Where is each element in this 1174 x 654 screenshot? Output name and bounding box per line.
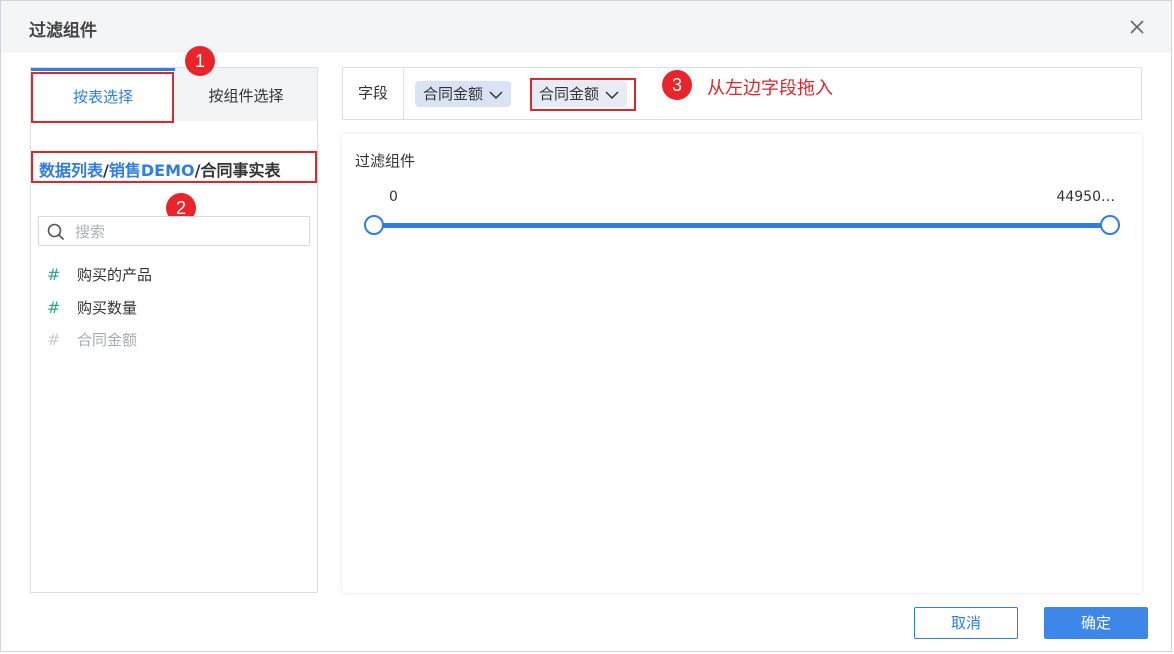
breadcrumb: 数据列表/销售DEMO/合同事实表 <box>39 157 280 181</box>
range-max-label: 44950… <box>1056 189 1115 205</box>
dialog-title: 过滤组件 <box>29 21 97 41</box>
range-slider-min-handle[interactable] <box>364 215 384 235</box>
field-tag-label: 合同金额 <box>423 85 484 103</box>
number-field-icon: # <box>47 298 61 317</box>
number-field-icon: # <box>47 265 61 284</box>
field-name: 购买数量 <box>77 299 138 317</box>
search-icon <box>47 223 65 241</box>
range-min-label: 0 <box>389 189 398 205</box>
range-slider-track[interactable] <box>374 223 1110 228</box>
breadcrumb-data-list[interactable]: 数据列表 <box>39 161 103 180</box>
field-item[interactable]: # 购买数量 <box>47 297 137 319</box>
field-search-box <box>38 216 310 246</box>
field-name: 购买的产品 <box>77 266 153 284</box>
tab-select-by-table[interactable]: 按表选择 <box>31 68 175 121</box>
cancel-button[interactable]: 取消 <box>914 607 1018 639</box>
field-item[interactable]: # 合同金额 <box>47 329 137 351</box>
close-icon[interactable] <box>1127 17 1147 37</box>
search-input[interactable] <box>73 220 307 244</box>
confirm-button[interactable]: 确定 <box>1044 607 1148 639</box>
chevron-down-icon <box>489 90 503 99</box>
annotation-note: 从左边字段拖入 <box>707 78 833 99</box>
step-badge-1: 1 <box>185 46 215 76</box>
field-tag-label: 合同金额 <box>539 85 600 103</box>
source-tabs: 按表选择 按组件选择 <box>31 68 317 121</box>
tab-select-by-component[interactable]: 按组件选择 <box>175 68 317 121</box>
dialog-header: 过滤组件 <box>1 1 1171 53</box>
range-slider-max-handle[interactable] <box>1100 215 1120 235</box>
step-badge-3: 3 <box>662 70 692 100</box>
chevron-down-icon <box>605 90 619 99</box>
field-tag[interactable]: 合同金额 <box>531 81 628 107</box>
field-tag[interactable]: 合同金额 <box>415 81 512 107</box>
breadcrumb-current-table: 合同事实表 <box>200 161 281 180</box>
field-label: 字段 <box>343 68 404 119</box>
field-item[interactable]: # 购买的产品 <box>47 264 152 286</box>
filter-preview-area: 过滤组件 0 44950… <box>342 134 1142 593</box>
number-field-icon: # <box>47 330 61 349</box>
field-name: 合同金额 <box>77 331 138 349</box>
filter-component-dialog: 过滤组件 按表选择 按组件选择 1 数据列表/销售DEMO/合同事实表 2 #购… <box>0 0 1172 652</box>
filter-title: 过滤组件 <box>355 152 416 170</box>
breadcrumb-sales-demo[interactable]: 销售DEMO <box>109 161 195 180</box>
